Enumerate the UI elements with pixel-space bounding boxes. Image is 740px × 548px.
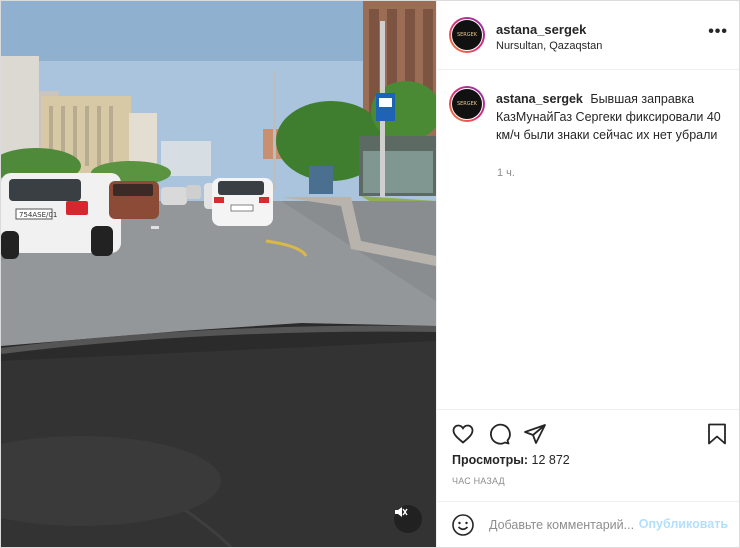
view-count[interactable]: Просмотры: 12 872 — [452, 453, 570, 467]
mute-toggle-button[interactable] — [394, 505, 422, 533]
comment-input[interactable] — [487, 515, 641, 535]
instagram-post: 754ASE/01 SERGEK astana_sergek Nursultan… — [0, 0, 740, 548]
heart-icon[interactable] — [451, 422, 475, 446]
post-actions: Просмотры: 12 872 ЧАС НАЗАД — [437, 409, 739, 502]
comment-bar: Опубликовать — [437, 501, 739, 547]
post-username[interactable]: astana_sergek — [496, 22, 586, 37]
publish-button[interactable]: Опубликовать — [639, 517, 728, 531]
comment-icon[interactable] — [487, 422, 511, 446]
caption-username[interactable]: astana_sergek — [496, 92, 583, 106]
caption-timestamp[interactable]: 1 ч. — [497, 167, 515, 179]
post-video[interactable]: 754ASE/01 — [1, 1, 436, 547]
post-time[interactable]: ЧАС НАЗАД — [452, 476, 505, 486]
caption-avatar[interactable]: SERGEK — [449, 86, 485, 122]
white-car-left: 754ASE/01 — [1, 173, 121, 259]
car-plate-text: 754ASE/01 — [19, 211, 57, 219]
caption-section: SERGEK astana_sergek Бывшая заправка Каз… — [437, 70, 739, 408]
bookmark-icon[interactable] — [705, 422, 729, 446]
muted-speaker-icon — [395, 507, 408, 517]
post-caption: astana_sergek Бывшая заправка КазМунайГа… — [496, 90, 728, 144]
more-options-button[interactable]: ••• — [708, 24, 728, 40]
share-icon[interactable] — [523, 422, 547, 446]
avatar[interactable]: SERGEK — [449, 17, 485, 53]
caption-avatar-logo: SERGEK — [451, 88, 483, 120]
avatar-logo: SERGEK — [451, 19, 483, 51]
post-sidebar: SERGEK astana_sergek Nursultan, Qazaqsta… — [436, 1, 739, 547]
views-number: 12 872 — [531, 453, 570, 467]
video-frame: 754ASE/01 — [1, 1, 436, 547]
views-label: Просмотры: — [452, 453, 529, 467]
post-header: SERGEK astana_sergek Nursultan, Qazaqsta… — [437, 1, 739, 70]
emoji-icon[interactable] — [451, 513, 475, 537]
post-location[interactable]: Nursultan, Qazaqstan — [496, 40, 602, 52]
